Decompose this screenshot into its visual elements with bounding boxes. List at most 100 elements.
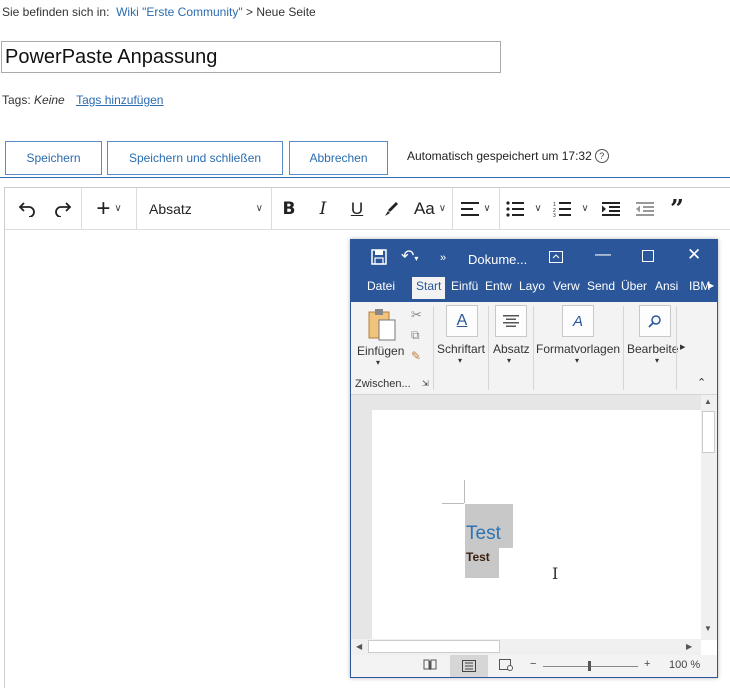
doc-body-text[interactable]: Test bbox=[466, 550, 490, 564]
dialog-launcher-icon[interactable]: ⇲ bbox=[422, 379, 429, 388]
font-size-icon[interactable]: Aa ∨ bbox=[408, 194, 452, 224]
tabs-scroll-right-icon[interactable]: ▶ bbox=[708, 281, 714, 290]
print-layout-icon[interactable] bbox=[450, 655, 488, 677]
scrollbar-thumb[interactable] bbox=[368, 640, 500, 653]
editing-group-icon[interactable] bbox=[639, 305, 671, 337]
minimize-icon[interactable]: — bbox=[595, 246, 611, 264]
read-mode-icon[interactable] bbox=[423, 659, 437, 674]
breadcrumb: Sie befinden sich in: Wiki "Erste Commun… bbox=[2, 5, 316, 19]
tab-start[interactable]: Start bbox=[412, 277, 446, 299]
cut-icon[interactable]: ✂ bbox=[411, 307, 422, 323]
divider bbox=[0, 177, 730, 178]
collapse-ribbon-icon[interactable]: ⌃ bbox=[697, 376, 706, 389]
paragraph-style-value: Absatz bbox=[149, 200, 192, 217]
breadcrumb-wiki-link[interactable]: Wiki "Erste Community" bbox=[116, 5, 243, 19]
paragraph-style-dropdown[interactable]: Absatz ∨ bbox=[137, 194, 271, 224]
align-left-icon[interactable]: ∨ bbox=[453, 194, 499, 224]
doc-heading[interactable]: Test bbox=[466, 523, 501, 545]
scrollbar-thumb[interactable] bbox=[702, 411, 715, 453]
maximize-icon[interactable] bbox=[642, 250, 654, 262]
indent-icon[interactable] bbox=[594, 194, 628, 224]
tab-datei[interactable]: Datei bbox=[367, 279, 395, 293]
styles-group-label[interactable]: Formatvorlagen bbox=[536, 342, 620, 356]
tab-verweise[interactable]: Verw bbox=[553, 279, 580, 293]
breadcrumb-current: Neue Seite bbox=[256, 5, 316, 19]
question-circle-icon[interactable]: ? bbox=[594, 149, 609, 163]
underline-icon[interactable]: U bbox=[340, 194, 374, 224]
zoom-in-button[interactable]: + bbox=[644, 658, 650, 670]
format-painter-icon[interactable]: ✎ bbox=[411, 349, 421, 363]
breadcrumb-separator: > bbox=[245, 5, 253, 19]
group-separator bbox=[533, 306, 534, 390]
redo-icon[interactable] bbox=[45, 194, 81, 224]
editor-toolbar: + ∨ Absatz ∨ B I U Aa ∨ ∨ ∨ 123 ∨ ” bbox=[5, 188, 730, 230]
web-layout-icon[interactable] bbox=[499, 659, 513, 674]
blockquote-icon[interactable]: ” bbox=[662, 194, 692, 224]
save-button[interactable]: Speichern bbox=[5, 141, 102, 175]
editing-group-label[interactable]: Bearbeite bbox=[627, 342, 678, 356]
tab-sendungen[interactable]: Send bbox=[587, 279, 615, 293]
paragraph-dropdown-icon[interactable]: ▾ bbox=[507, 356, 511, 365]
scroll-down-icon[interactable]: ▼ bbox=[704, 624, 712, 633]
horizontal-scrollbar[interactable]: ◀ ▶ bbox=[351, 639, 701, 655]
margin-marker bbox=[464, 480, 465, 503]
paste-label[interactable]: Einfügen bbox=[357, 344, 404, 358]
font-dropdown-icon[interactable]: ▾ bbox=[458, 356, 462, 365]
copy-icon[interactable]: ⧉ bbox=[411, 328, 420, 343]
group-separator bbox=[433, 306, 434, 390]
insert-plus-icon[interactable]: + ∨ bbox=[82, 194, 136, 224]
bullet-list-icon[interactable]: ∨ bbox=[500, 194, 548, 224]
clipboard-group-label: Zwischen... bbox=[355, 378, 411, 390]
cancel-button[interactable]: Abbrechen bbox=[289, 141, 388, 175]
undo-icon[interactable] bbox=[9, 194, 45, 224]
tab-einfuegen[interactable]: Einfü bbox=[451, 279, 478, 293]
word-page[interactable]: Test Test I bbox=[372, 410, 701, 640]
bold-icon[interactable]: B bbox=[272, 194, 306, 224]
paragraph-group-icon[interactable] bbox=[495, 305, 527, 337]
font-group-label[interactable]: Schriftart bbox=[437, 342, 485, 356]
chevron-down-icon: ∨ bbox=[255, 203, 263, 214]
margin-marker bbox=[442, 503, 464, 504]
group-separator bbox=[676, 306, 677, 390]
text-cursor-icon: I bbox=[552, 564, 559, 583]
save-and-close-button[interactable]: Speichern und schließen bbox=[107, 141, 283, 175]
scroll-right-icon[interactable]: ▶ bbox=[686, 642, 692, 651]
tab-entwurf[interactable]: Entw bbox=[485, 279, 512, 293]
tags-label: Tags: bbox=[2, 93, 31, 107]
word-undo-icon[interactable]: ↶▾ bbox=[401, 246, 418, 266]
font-group-icon[interactable]: A bbox=[446, 305, 478, 337]
ribbon-display-icon[interactable] bbox=[549, 250, 563, 268]
add-tags-link[interactable]: Tags hinzufügen bbox=[76, 93, 163, 107]
close-icon[interactable]: ✕ bbox=[687, 245, 701, 265]
highlight-brush-icon[interactable] bbox=[374, 194, 408, 224]
tags-row: Tags: Keine Tags hinzufügen bbox=[2, 93, 163, 107]
editing-more-icon[interactable]: ▶ bbox=[680, 343, 685, 351]
scroll-left-icon[interactable]: ◀ bbox=[356, 642, 362, 651]
tab-layout[interactable]: Layo bbox=[519, 279, 545, 293]
tags-value: Keine bbox=[34, 93, 65, 107]
zoom-level[interactable]: 100 % bbox=[669, 659, 700, 671]
paste-icon[interactable] bbox=[367, 308, 397, 347]
word-title-bar[interactable]: ↶▾ » Dokume... — ✕ bbox=[351, 240, 717, 274]
paragraph-group-label[interactable]: Absatz bbox=[493, 342, 530, 356]
page-title-input[interactable] bbox=[1, 41, 501, 73]
scroll-up-icon[interactable]: ▲ bbox=[704, 397, 712, 406]
numbered-list-icon[interactable]: 123 ∨ bbox=[548, 194, 594, 224]
save-icon[interactable] bbox=[371, 249, 387, 270]
outdent-icon[interactable] bbox=[628, 194, 662, 224]
word-document-title: Dokume... bbox=[468, 252, 528, 267]
vertical-scrollbar[interactable]: ▲ ▼ bbox=[701, 395, 717, 640]
word-window[interactable]: ↶▾ » Dokume... — ✕ Datei Start Einfü Ent… bbox=[350, 239, 718, 678]
tab-ansicht[interactable]: Ansi bbox=[655, 279, 678, 293]
italic-icon[interactable]: I bbox=[306, 194, 340, 224]
paste-dropdown-icon[interactable]: ▾ bbox=[376, 358, 380, 367]
styles-group-icon[interactable]: A bbox=[562, 305, 594, 337]
quick-access-more-icon[interactable]: » bbox=[440, 252, 446, 264]
styles-dropdown-icon[interactable]: ▾ bbox=[575, 356, 579, 365]
editing-dropdown-icon[interactable]: ▾ bbox=[655, 356, 659, 365]
zoom-slider-thumb[interactable] bbox=[588, 661, 591, 671]
autosave-status: Automatisch gespeichert um 17:32 ? bbox=[407, 149, 609, 163]
zoom-out-button[interactable]: − bbox=[530, 658, 536, 670]
tab-ueberpruefen[interactable]: Über bbox=[621, 279, 647, 293]
group-separator bbox=[623, 306, 624, 390]
